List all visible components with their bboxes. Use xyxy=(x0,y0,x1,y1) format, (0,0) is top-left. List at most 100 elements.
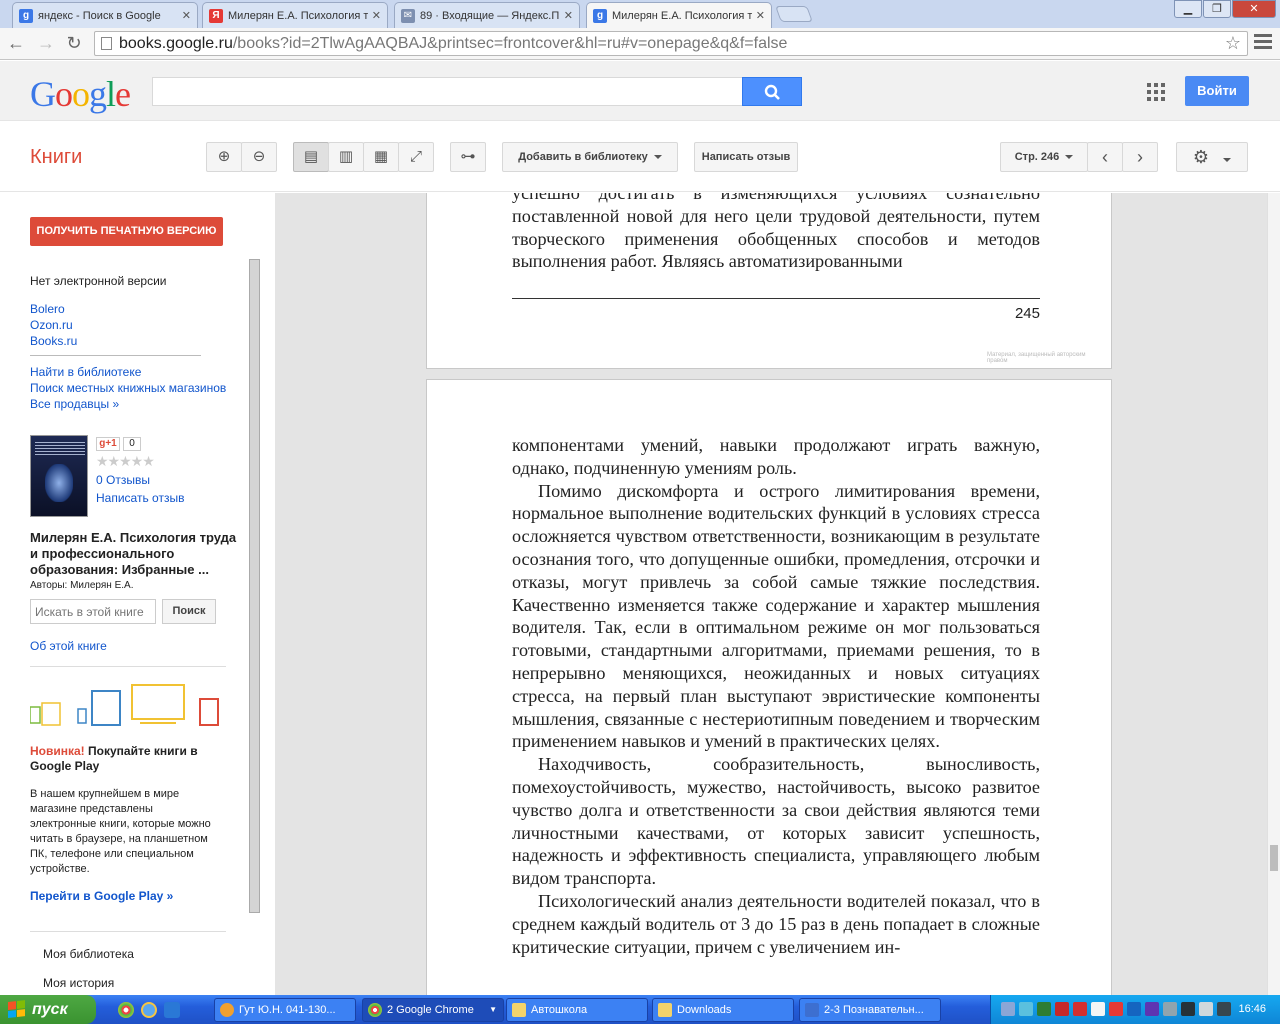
close-icon[interactable]: ✕ xyxy=(564,9,573,22)
taskbar-item[interactable]: Гут Ю.Н. 041-130... xyxy=(214,998,356,1022)
tray-icon[interactable] xyxy=(1037,1002,1051,1016)
tray-icon[interactable] xyxy=(1127,1002,1141,1016)
next-page-button[interactable]: › xyxy=(1122,142,1158,172)
tray-icon[interactable] xyxy=(1109,1002,1123,1016)
paragraph: Помимо дискомфорта и острого лимитирован… xyxy=(512,480,1040,752)
search-button[interactable] xyxy=(742,77,802,106)
google-header: Google Войти xyxy=(0,61,1280,121)
my-library-link[interactable]: Моя библиотека xyxy=(43,947,134,961)
taskbar-item[interactable]: 2-3 Познавательн... xyxy=(799,998,941,1022)
fullscreen-button[interactable]: ⤢ xyxy=(398,142,434,172)
search-icon xyxy=(764,84,780,100)
paragraph: Психологический анализ деятельности води… xyxy=(512,890,1040,957)
get-print-version-button[interactable]: ПОЛУЧИТЬ ПЕЧАТНУЮ ВЕРСИЮ xyxy=(30,217,223,246)
folder-icon xyxy=(658,1003,672,1017)
find-in-library-link[interactable]: Найти в библиотеке xyxy=(30,365,141,379)
search-input[interactable] xyxy=(152,77,743,106)
seller-link[interactable]: Books.ru xyxy=(30,334,77,348)
books-toolbar: Книги ⊕ ⊖ ▤ ▥ ▦ ⤢ ⊶ Добавить в библиотек… xyxy=(0,122,1280,192)
apps-grid-icon[interactable] xyxy=(1147,83,1165,101)
paragraph: компонентами умений, навыки продолжают и… xyxy=(512,435,1040,478)
link-button[interactable]: ⊶ xyxy=(450,142,486,172)
tab-book-1[interactable]: Я Милерян Е.А. Психология т ✕ xyxy=(202,2,388,28)
tray-icon[interactable] xyxy=(1163,1002,1177,1016)
search-in-book-button[interactable]: Поиск xyxy=(162,599,216,624)
write-review-link[interactable]: Написать отзыв xyxy=(96,491,184,505)
search-in-book-input[interactable] xyxy=(30,599,156,624)
about-book-link[interactable]: Об этой книге xyxy=(30,639,107,653)
new-tab-button[interactable] xyxy=(775,6,813,22)
windows-logo-icon xyxy=(8,1000,26,1018)
google-g-icon: g xyxy=(19,8,33,23)
tab-yandex-search[interactable]: g яндекс - Поиск в Google ✕ xyxy=(12,2,198,28)
book-title: Милерян Е.А. Психология труда и професси… xyxy=(30,530,237,577)
tab-book-active[interactable]: g Милерян Е.А. Психология т ✕ xyxy=(586,2,772,28)
app-quicklaunch-icon[interactable] xyxy=(164,1002,180,1018)
network-icon[interactable] xyxy=(1217,1002,1231,1016)
ie-quicklaunch-icon[interactable] xyxy=(141,1002,157,1018)
sidebar-scrollbar[interactable] xyxy=(249,259,260,913)
minimize-icon[interactable]: ▁ xyxy=(1174,0,1202,18)
tray-icon[interactable] xyxy=(1019,1002,1033,1016)
taskbar-item-chrome[interactable]: 2 Google Chrome ▼ xyxy=(362,998,504,1022)
books-title[interactable]: Книги xyxy=(30,146,82,169)
chevron-left-icon: ‹ xyxy=(1102,147,1108,167)
chevron-right-icon: › xyxy=(1137,147,1143,167)
folder-icon xyxy=(512,1003,526,1017)
add-to-library-button[interactable]: Добавить в библиотеку xyxy=(502,142,678,172)
tray-icon[interactable] xyxy=(1145,1002,1159,1016)
settings-dropdown[interactable]: ⚙ xyxy=(1176,142,1248,172)
close-icon[interactable]: ✕ xyxy=(182,9,191,22)
restore-icon[interactable]: ❐ xyxy=(1203,0,1231,18)
local-stores-link[interactable]: Поиск местных книжных магазинов xyxy=(30,381,226,395)
browser-tab-strip: g яндекс - Поиск в Google ✕ Я Милерян Е.… xyxy=(0,0,1280,28)
chrome-quicklaunch-icon[interactable] xyxy=(118,1002,134,1018)
chrome-menu-icon[interactable] xyxy=(1254,34,1272,52)
tray-icon[interactable] xyxy=(1001,1002,1015,1016)
seller-link[interactable]: Ozon.ru xyxy=(30,318,73,332)
seller-link[interactable]: Bolero xyxy=(30,302,65,316)
bookmark-star-icon[interactable]: ☆ xyxy=(1225,32,1241,55)
address-bar[interactable]: books.google.ru/books?id=2TlwAgAAQBAJ&pr… xyxy=(94,31,1248,56)
system-tray: 16:46 xyxy=(990,995,1280,1024)
reload-icon[interactable]: ↻ xyxy=(62,32,86,56)
word-doc-icon xyxy=(805,1003,819,1017)
window-close-icon[interactable]: ✕ xyxy=(1232,0,1276,18)
google-logo[interactable]: Google xyxy=(30,73,131,115)
rating-stars: ★★★★★ xyxy=(96,453,155,469)
tab-mail[interactable]: ✉ 89 · Входящие — Яндекс.П ✕ xyxy=(394,2,580,28)
close-icon[interactable]: ✕ xyxy=(372,9,381,22)
book-viewer[interactable]: успешно достигать в изменяющихся условия… xyxy=(275,193,1267,995)
book-cover-image[interactable] xyxy=(30,435,88,517)
zoom-out-icon: ⊖ xyxy=(252,148,266,165)
scrollbar-thumb[interactable] xyxy=(1270,845,1278,871)
zoom-out-button[interactable]: ⊖ xyxy=(241,142,277,172)
gplus-count: 0 xyxy=(123,437,141,451)
google-play-link[interactable]: Перейти в Google Play » xyxy=(30,889,173,903)
tray-icon[interactable] xyxy=(1073,1002,1087,1016)
tray-icon[interactable] xyxy=(1055,1002,1069,1016)
volume-icon[interactable] xyxy=(1199,1002,1213,1016)
all-sellers-link[interactable]: Все продавцы » xyxy=(30,397,119,411)
close-icon[interactable]: ✕ xyxy=(756,9,765,22)
start-button[interactable]: пуск xyxy=(0,995,96,1024)
sign-in-button[interactable]: Войти xyxy=(1185,76,1249,106)
viewer-scrollbar[interactable] xyxy=(1267,193,1280,995)
tray-icon[interactable] xyxy=(1091,1002,1105,1016)
tray-icon[interactable] xyxy=(1181,1002,1195,1016)
write-review-button[interactable]: Написать отзыв xyxy=(694,142,798,172)
gplus-widget[interactable]: g+1 0 xyxy=(96,437,141,451)
zoom-in-button[interactable]: ⊕ xyxy=(206,142,242,172)
my-history-link[interactable]: Моя история xyxy=(43,976,114,990)
single-page-view-button[interactable]: ▤ xyxy=(293,142,329,172)
page-select-dropdown[interactable]: Стр. 246 xyxy=(1000,142,1088,172)
gplus-button[interactable]: g+1 xyxy=(96,437,120,451)
prev-page-button[interactable]: ‹ xyxy=(1087,142,1123,172)
forward-icon[interactable]: → xyxy=(34,32,58,56)
thumbnail-view-button[interactable]: ▦ xyxy=(363,142,399,172)
back-icon[interactable]: ← xyxy=(4,32,28,56)
taskbar-item[interactable]: Автошкола xyxy=(506,998,648,1022)
reviews-count-link[interactable]: 0 Отзывы xyxy=(96,473,150,487)
two-page-view-button[interactable]: ▥ xyxy=(328,142,364,172)
taskbar-item[interactable]: Downloads xyxy=(652,998,794,1022)
